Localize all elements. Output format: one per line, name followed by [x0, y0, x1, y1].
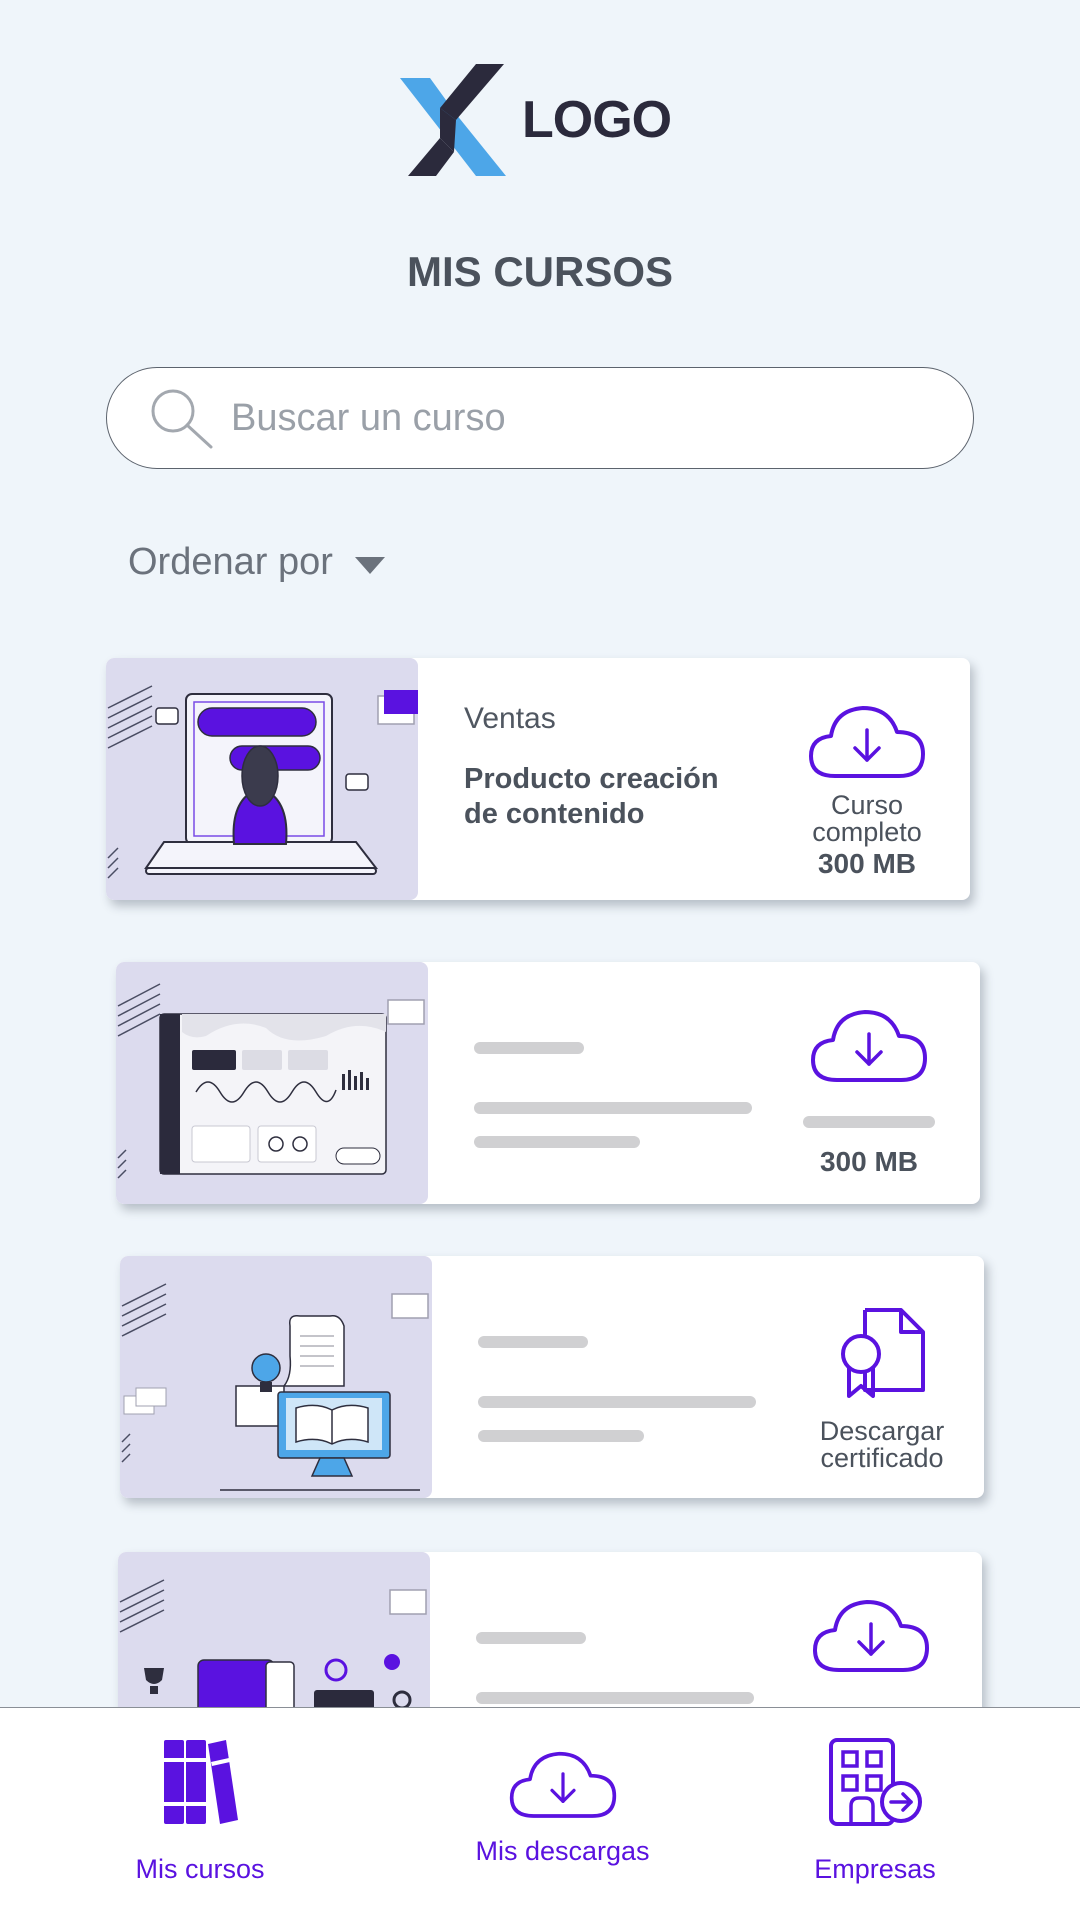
- nav-item-empresas[interactable]: Empresas: [800, 1708, 950, 1920]
- sort-label: Ordenar por: [128, 540, 333, 583]
- caret-down-icon: [354, 556, 385, 574]
- placeholder-line: [803, 1116, 935, 1128]
- logo-x-icon: [400, 64, 506, 176]
- action-label-line1: Curso: [830, 790, 904, 820]
- action-label-line1: Descargar: [819, 1416, 945, 1446]
- search-bar[interactable]: [106, 367, 974, 469]
- download-course-button[interactable]: Curso completo 300 MB: [782, 658, 952, 900]
- placeholder-line: [474, 1102, 752, 1114]
- course-thumbnail: [120, 1256, 432, 1498]
- laptop-chat-illustration: [107, 685, 418, 879]
- placeholder-line: [474, 1042, 584, 1054]
- course-size: 300 MB: [817, 848, 917, 879]
- bottom-navigation: Mis cursos Mis descargas Empresas: [0, 1707, 1080, 1920]
- certificate-icon: [841, 1308, 925, 1398]
- elearning-illustration: [121, 1283, 429, 1491]
- placeholder-line: [478, 1396, 756, 1408]
- course-info: [478, 1256, 778, 1498]
- download-certificate-button[interactable]: Descargar certificado: [792, 1256, 972, 1498]
- nav-item-mis-cursos[interactable]: Mis cursos: [100, 1708, 300, 1920]
- course-info: [474, 962, 774, 1204]
- building-icon: [829, 1738, 922, 1826]
- search-input[interactable]: [231, 396, 871, 440]
- course-category: Ventas: [464, 702, 556, 735]
- placeholder-line: [478, 1336, 588, 1348]
- books-icon: [164, 1740, 238, 1824]
- course-size: 300 MB: [819, 1146, 919, 1177]
- course-card[interactable]: Descargar certificado: [120, 1256, 984, 1498]
- search-icon: [151, 389, 213, 449]
- nav-label: Mis descargas: [475, 1836, 650, 1866]
- course-card[interactable]: 300 MB: [116, 962, 980, 1204]
- course-title: Producto creación de contenido: [464, 763, 719, 830]
- nav-label: Empresas: [814, 1854, 936, 1884]
- cloud-download-icon: [509, 1751, 616, 1818]
- placeholder-line: [476, 1692, 754, 1704]
- course-card[interactable]: Ventas Producto creación de contenido Cu…: [106, 658, 970, 900]
- dashboard-illustration: [117, 983, 425, 1179]
- cloud-download-icon: [813, 1600, 929, 1672]
- placeholder-line: [476, 1632, 586, 1644]
- placeholder-line: [474, 1136, 640, 1148]
- course-thumbnail: [106, 658, 418, 900]
- logo-text: LOGO: [522, 91, 672, 149]
- cloud-download-icon: [811, 1010, 927, 1082]
- placeholder-line: [478, 1430, 644, 1442]
- action-label-line2: completo: [812, 817, 922, 847]
- course-thumbnail: [116, 962, 428, 1204]
- action-label-line2: certificado: [820, 1443, 944, 1473]
- nav-item-mis-descargas[interactable]: Mis descargas: [450, 1708, 675, 1920]
- page-title: MIS CURSOS: [406, 248, 674, 295]
- course-info: Ventas Producto creación de contenido: [464, 658, 764, 900]
- cloud-download-icon: [809, 706, 925, 778]
- download-course-button[interactable]: 300 MB: [784, 962, 954, 1204]
- app-logo: LOGO: [400, 64, 700, 176]
- sort-dropdown[interactable]: Ordenar por: [128, 538, 385, 586]
- nav-label: Mis cursos: [135, 1854, 265, 1884]
